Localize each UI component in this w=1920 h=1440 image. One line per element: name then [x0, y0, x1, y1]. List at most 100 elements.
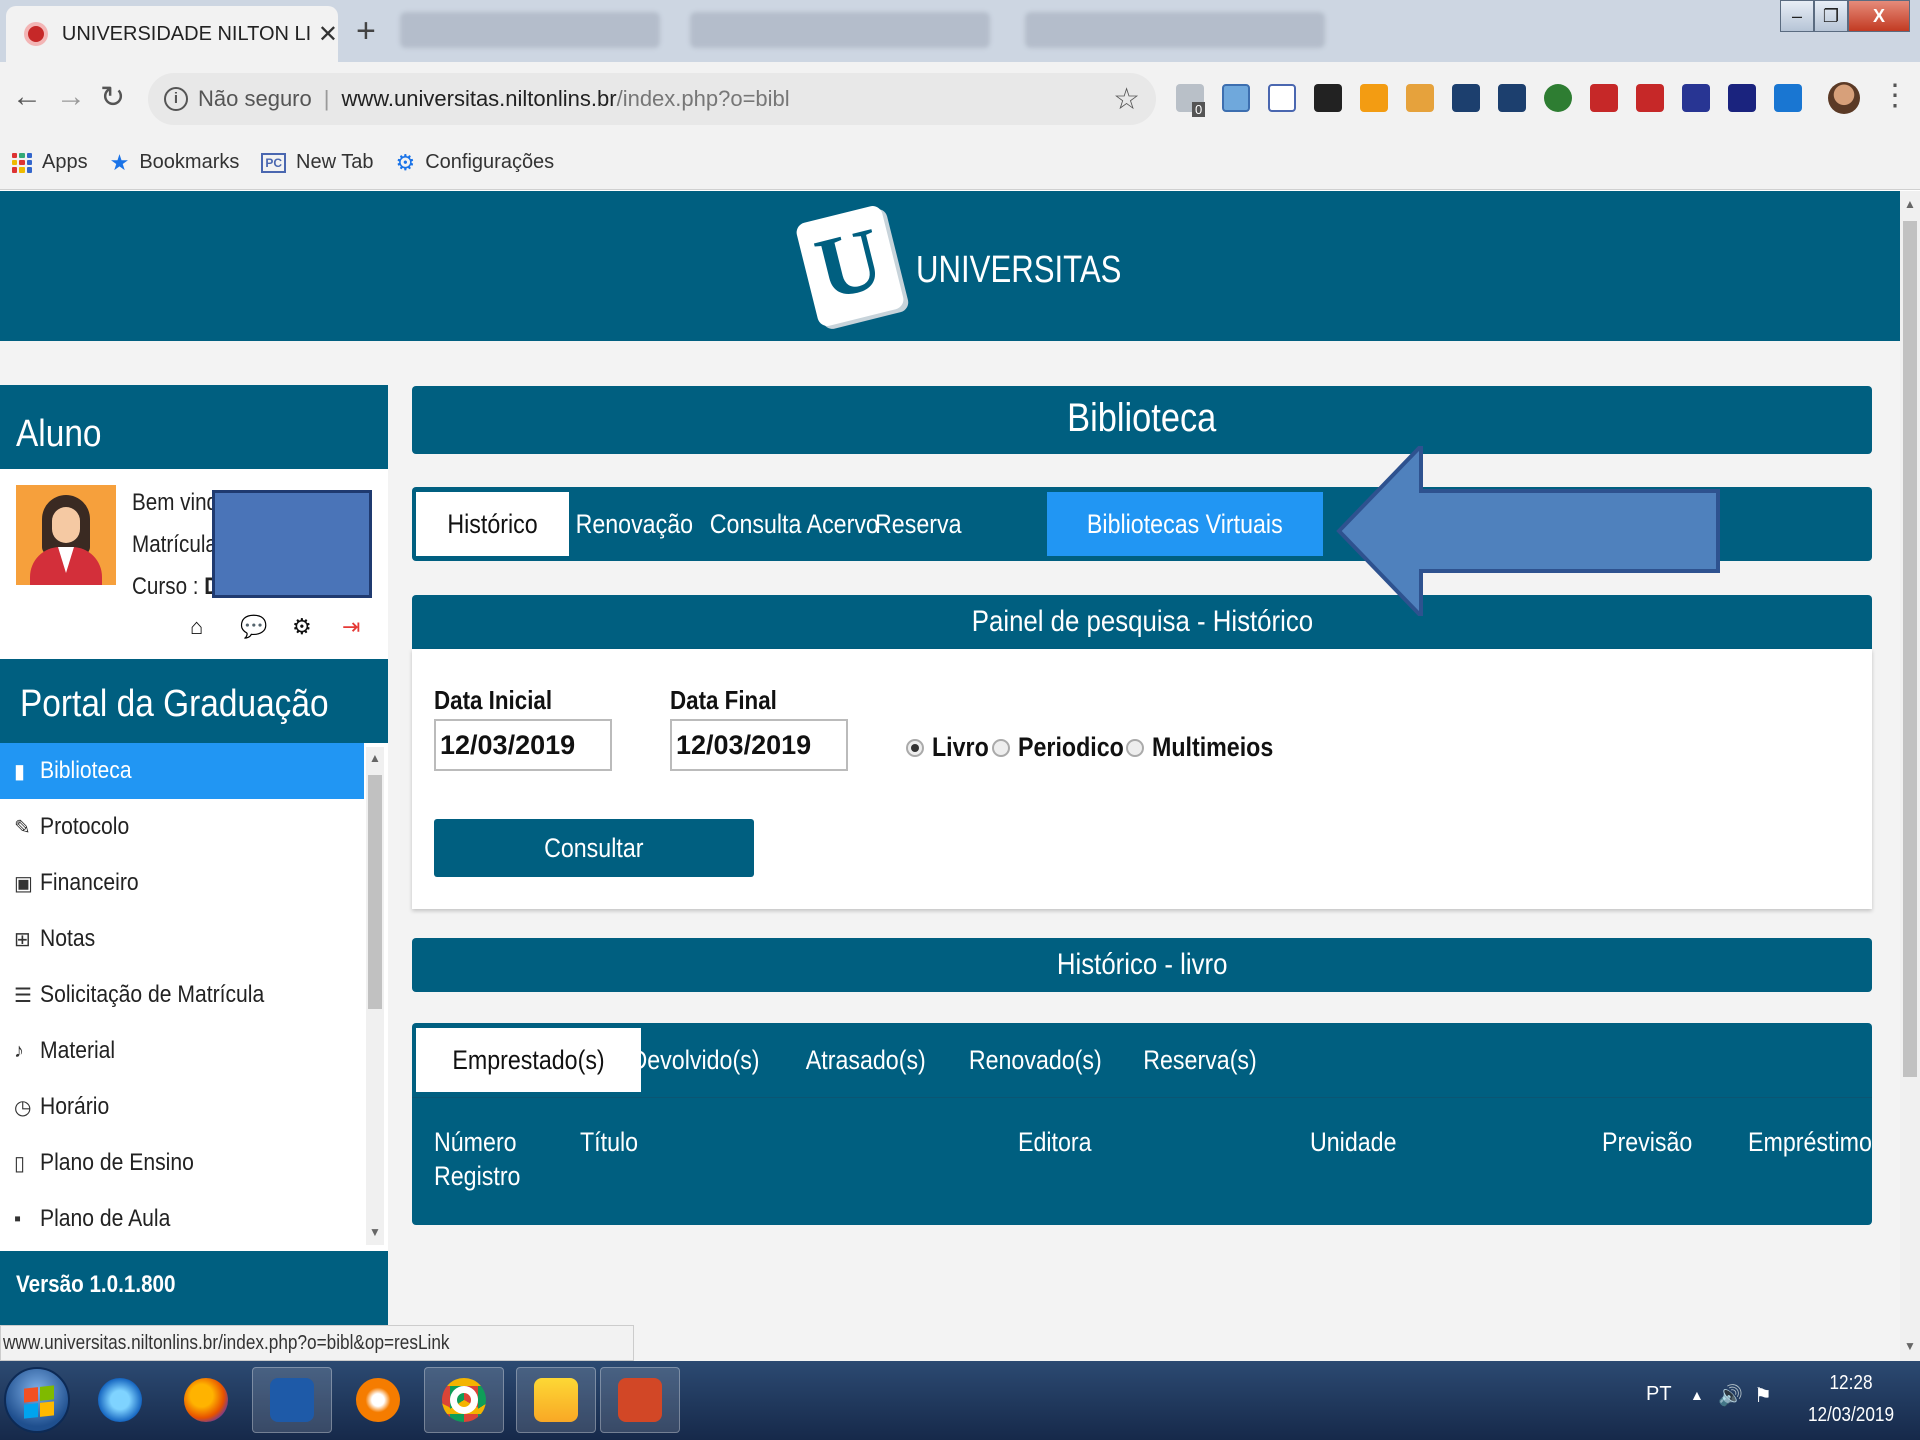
column-header-editora[interactable]: Editora [1018, 1125, 1092, 1159]
profile-avatar[interactable] [1828, 82, 1860, 114]
column-header-emprestimo[interactable]: Empréstimo [1748, 1125, 1872, 1159]
column-header-unidade[interactable]: Unidade [1310, 1125, 1396, 1159]
taskbar-chrome[interactable] [424, 1367, 504, 1433]
extension-search-icon[interactable] [1774, 84, 1802, 112]
tab-bibliotecas-virtuais[interactable]: Bibliotecas Virtuais [1047, 492, 1323, 556]
window-close-icon[interactable]: X [1848, 0, 1910, 32]
sidebar-item-notas[interactable]: ⊞ Notas [0, 911, 364, 967]
scroll-up-icon[interactable]: ▲ [1903, 197, 1917, 211]
bookmark-bookmarks[interactable]: ★ Bookmarks [110, 150, 240, 176]
data-final-input[interactable] [670, 719, 848, 771]
extension-icon[interactable] [1728, 84, 1756, 112]
extension-clapper-icon[interactable] [1452, 84, 1480, 112]
bookmark-label: Configurações [425, 151, 555, 173]
action-center-flag-icon[interactable]: ⚑ [1754, 1383, 1772, 1408]
forward-arrow-icon[interactable]: → [56, 80, 86, 114]
address-bar[interactable]: i Não seguro | www.universitas.niltonlin… [148, 73, 1156, 125]
scroll-down-icon[interactable]: ▼ [368, 1225, 382, 1239]
consultar-button[interactable]: Consultar [434, 819, 754, 877]
sidebar-item-material[interactable]: ♪ Material [0, 1023, 364, 1079]
tab-renovados[interactable]: Renovado(s) [934, 1028, 1137, 1092]
sidebar-item-horario[interactable]: ◷ Horário [0, 1079, 364, 1135]
radio-multimeios[interactable]: Multimeios [1126, 732, 1293, 763]
extension-shopping-icon[interactable] [1360, 84, 1388, 112]
extension-icon[interactable] [1682, 84, 1710, 112]
gear-icon: ⚙ [395, 149, 416, 175]
sidebar-item-biblioteca[interactable]: ▮ Biblioteca [0, 743, 364, 799]
browser-tab-blurred[interactable] [690, 12, 990, 48]
language-indicator[interactable]: PT [1646, 1383, 1672, 1406]
taskbar-word[interactable] [252, 1367, 332, 1433]
sidebar-item-plano-ensino[interactable]: ▯ Plano de Ensino [0, 1135, 364, 1191]
sidebar-item-protocolo[interactable]: ✎ Protocolo [0, 799, 364, 855]
info-icon[interactable]: i [164, 87, 188, 111]
extension-tv-icon[interactable] [1590, 84, 1618, 112]
tray-expand-icon[interactable]: ▲ [1690, 1387, 1704, 1403]
browser-tab-blurred[interactable] [400, 12, 660, 48]
tab-close-icon[interactable]: ✕ [318, 20, 338, 49]
volume-icon[interactable]: 🔊 [1718, 1383, 1743, 1408]
radio-livro[interactable]: Livro [906, 732, 998, 763]
back-arrow-icon[interactable]: ← [12, 80, 42, 114]
taskbar-app[interactable] [338, 1367, 418, 1433]
scroll-down-icon[interactable]: ▼ [1903, 1339, 1917, 1353]
browser-tab-active[interactable]: UNIVERSIDADE NILTON LINS [ Po ✕ [6, 6, 338, 62]
tab-reserva[interactable]: Reserva [844, 492, 993, 556]
folder-icon [534, 1378, 578, 1422]
taskbar-clock[interactable]: 12:28 12/03/2019 [1796, 1367, 1906, 1431]
gear-icon[interactable]: ⚙ [292, 614, 312, 640]
tab-devolvidos[interactable]: Devolvido(s) [596, 1028, 794, 1092]
column-header-previsao[interactable]: Previsão [1602, 1125, 1692, 1159]
helm-icon [356, 1378, 400, 1422]
tab-reservas[interactable]: Reserva(s) [1110, 1028, 1290, 1092]
radio-checked-icon [906, 738, 924, 757]
extension-pc-icon[interactable] [1268, 84, 1296, 112]
universitas-logo-icon[interactable]: U [794, 203, 906, 329]
radio-unchecked-icon [992, 738, 1010, 757]
extension-icon[interactable] [1222, 84, 1250, 112]
taskbar-powerpoint[interactable] [600, 1367, 680, 1433]
address-separator: | [323, 86, 330, 111]
sidebar-item-label: Plano de Ensino [40, 1149, 194, 1176]
scroll-up-icon[interactable]: ▲ [368, 751, 382, 765]
sidebar-item-plano-aula[interactable]: ▪ Plano de Aula [0, 1191, 364, 1247]
page-scroll-thumb[interactable] [1903, 221, 1917, 1077]
historico-title: Histórico - livro [1056, 948, 1228, 981]
reload-icon[interactable]: ↻ [100, 80, 125, 115]
status-url-bubble: www.universitas.niltonlins.br/index.php?… [0, 1325, 634, 1361]
taskbar-explorer[interactable] [516, 1367, 596, 1433]
extension-icon[interactable] [1314, 84, 1342, 112]
portal-nav: ▮ Biblioteca ✎ Protocolo ▣ Financeiro ⊞ … [0, 743, 388, 1251]
browser-tab-blurred[interactable] [1025, 12, 1325, 48]
taskbar-internet-explorer[interactable] [80, 1367, 160, 1433]
sidebar-scrollbar[interactable]: ▲ ▼ [366, 747, 384, 1245]
extension-icon[interactable] [1406, 84, 1434, 112]
extension-tv-icon[interactable] [1636, 84, 1664, 112]
tab-atrasados[interactable]: Atrasado(s) [772, 1028, 960, 1092]
extension-clapper-icon[interactable] [1498, 84, 1526, 112]
sidebar-item-solicitacao[interactable]: ☰ Solicitação de Matrícula [0, 967, 364, 1023]
browser-menu-icon[interactable]: ⋮ [1880, 78, 1910, 113]
new-tab-button[interactable]: + [356, 12, 376, 51]
window-minimize-icon[interactable]: – [1780, 0, 1814, 32]
column-header-numero[interactable]: Número Registro [434, 1125, 520, 1193]
portal-panel: Portal da Graduação [0, 665, 388, 751]
bookmark-new-tab[interactable]: PC New Tab [261, 151, 373, 174]
taskbar-firefox[interactable] [166, 1367, 246, 1433]
chat-icon[interactable]: 💬 [240, 614, 267, 640]
column-header-titulo[interactable]: Título [580, 1125, 638, 1159]
start-button[interactable] [4, 1367, 70, 1433]
extension-globe-icon[interactable] [1544, 84, 1572, 112]
bookmark-apps[interactable]: Apps [12, 151, 88, 174]
window-restore-icon[interactable]: ❐ [1814, 0, 1848, 32]
search-panel: Data Inicial Data Final Livro Periodico … [412, 649, 1872, 909]
logout-icon[interactable]: ⇥ [342, 614, 360, 640]
bookmark-star-icon[interactable]: ☆ [1113, 82, 1140, 117]
sidebar-scroll-thumb[interactable] [368, 775, 382, 1009]
home-icon[interactable]: ⌂ [190, 614, 203, 640]
data-inicial-input[interactable] [434, 719, 612, 771]
sidebar-item-financeiro[interactable]: ▣ Financeiro [0, 855, 364, 911]
radio-periodico[interactable]: Periodico [992, 732, 1141, 763]
bookmark-settings[interactable]: ⚙ Configurações [395, 150, 554, 176]
page-scrollbar[interactable]: ▲ ▼ [1900, 191, 1920, 1361]
